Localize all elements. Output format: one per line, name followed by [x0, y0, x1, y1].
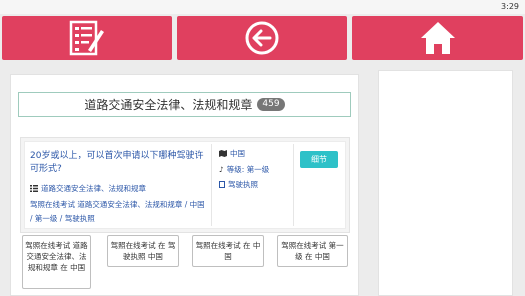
question-category-label: 道路交通安全法律、法规和规章 — [41, 184, 146, 193]
category-title: 道路交通安全法律、法规和规章 — [84, 98, 253, 112]
tag-button-4[interactable]: 驾照在线考试 第一级 在 中国 — [277, 235, 348, 267]
back-button[interactable] — [177, 16, 347, 60]
question-category-link[interactable]: 道路交通安全法律、法规和规章 — [30, 183, 210, 194]
tag-button-2[interactable]: 驾照在线考试 在 驾驶执照 中国 — [107, 235, 179, 267]
home-button[interactable] — [352, 16, 523, 60]
home-icon — [420, 22, 455, 54]
category-header[interactable]: 道路交通安全法律、法规和规章 459 — [18, 92, 351, 117]
question-region[interactable]: 中国 — [219, 148, 245, 159]
question-level[interactable]: ♪ 等级: 第一级 — [219, 164, 269, 175]
back-arrow-icon — [245, 21, 279, 55]
license-label: 驾驶执照 — [228, 180, 258, 189]
status-bar: 3:29 — [0, 0, 525, 14]
checklist-button[interactable] — [2, 16, 172, 60]
level-label: 等级: 第一级 — [226, 165, 270, 174]
music-note-icon: ♪ — [219, 165, 224, 174]
list-icon — [30, 185, 38, 192]
card-divider — [293, 144, 294, 226]
question-license[interactable]: 驾驶执照 — [219, 179, 258, 190]
question-tags[interactable]: 驾照在线考试 道路交通安全法律、法规和规章 / 中国 / 第一级 / 驾驶执照 — [30, 198, 208, 226]
card-divider — [211, 144, 212, 226]
tag-button-1[interactable]: 驾照在线考试 道路交通安全法律、法规和规章 在 中国 — [22, 235, 91, 289]
status-clock: 3:29 — [501, 2, 519, 11]
side-panel — [378, 70, 513, 296]
top-toolbar — [0, 14, 525, 60]
license-icon — [219, 181, 225, 188]
question-text[interactable]: 20岁或以上，可以首次申请以下哪种驾驶许可形式? — [30, 150, 210, 176]
map-icon — [219, 150, 227, 157]
detail-button[interactable]: 细节 — [300, 151, 338, 168]
region-label: 中国 — [230, 149, 245, 158]
checklist-icon — [69, 20, 104, 56]
question-count-badge: 459 — [257, 98, 285, 111]
tag-button-3[interactable]: 驾照在线考试 在 中国 — [192, 235, 264, 267]
